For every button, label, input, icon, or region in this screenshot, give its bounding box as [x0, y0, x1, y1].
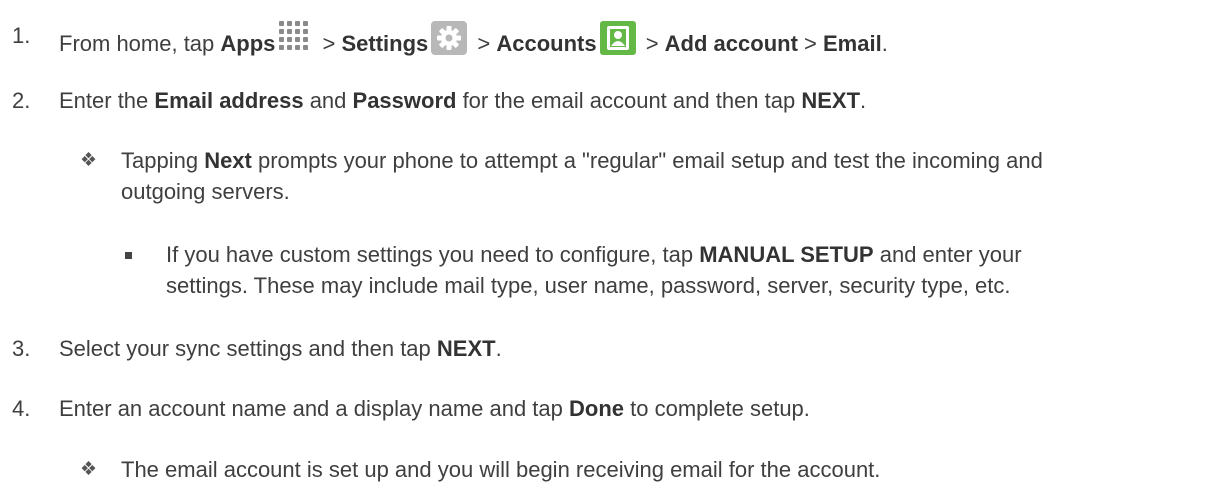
- email-label: Email: [822, 31, 882, 56]
- step-text: Select your sync settings and then tap N…: [59, 336, 502, 361]
- step-text: From home, tap Apps > Settings > Account…: [59, 21, 888, 59]
- step-text: Enter an account name and a display name…: [59, 396, 810, 421]
- note-text: Tapping Next prompts your phone to attem…: [121, 148, 1043, 173]
- diamond-bullet-icon: ❖: [80, 150, 98, 171]
- add-account-label: Add account: [664, 31, 798, 56]
- diamond-bullet-icon: ❖: [80, 459, 98, 480]
- settings-label: Settings: [341, 31, 429, 56]
- step-number: 4.: [12, 396, 31, 421]
- apps-label: Apps: [220, 31, 276, 56]
- settings-gear-icon: [431, 21, 468, 55]
- apps-grid-icon: [278, 21, 312, 53]
- step-number: 3.: [12, 336, 31, 361]
- note-text: If you have custom settings you need to …: [166, 242, 1022, 267]
- accounts-label: Accounts: [496, 31, 597, 56]
- accounts-contact-icon: [599, 21, 636, 55]
- instructions-document: 1. From home, tap Apps > Settings > Acco…: [0, 0, 1210, 493]
- square-bullet-icon: [125, 252, 132, 259]
- step-text: Enter the Email address and Password for…: [59, 88, 867, 113]
- step-number: 2.: [12, 88, 31, 113]
- step-number: 1.: [12, 23, 31, 48]
